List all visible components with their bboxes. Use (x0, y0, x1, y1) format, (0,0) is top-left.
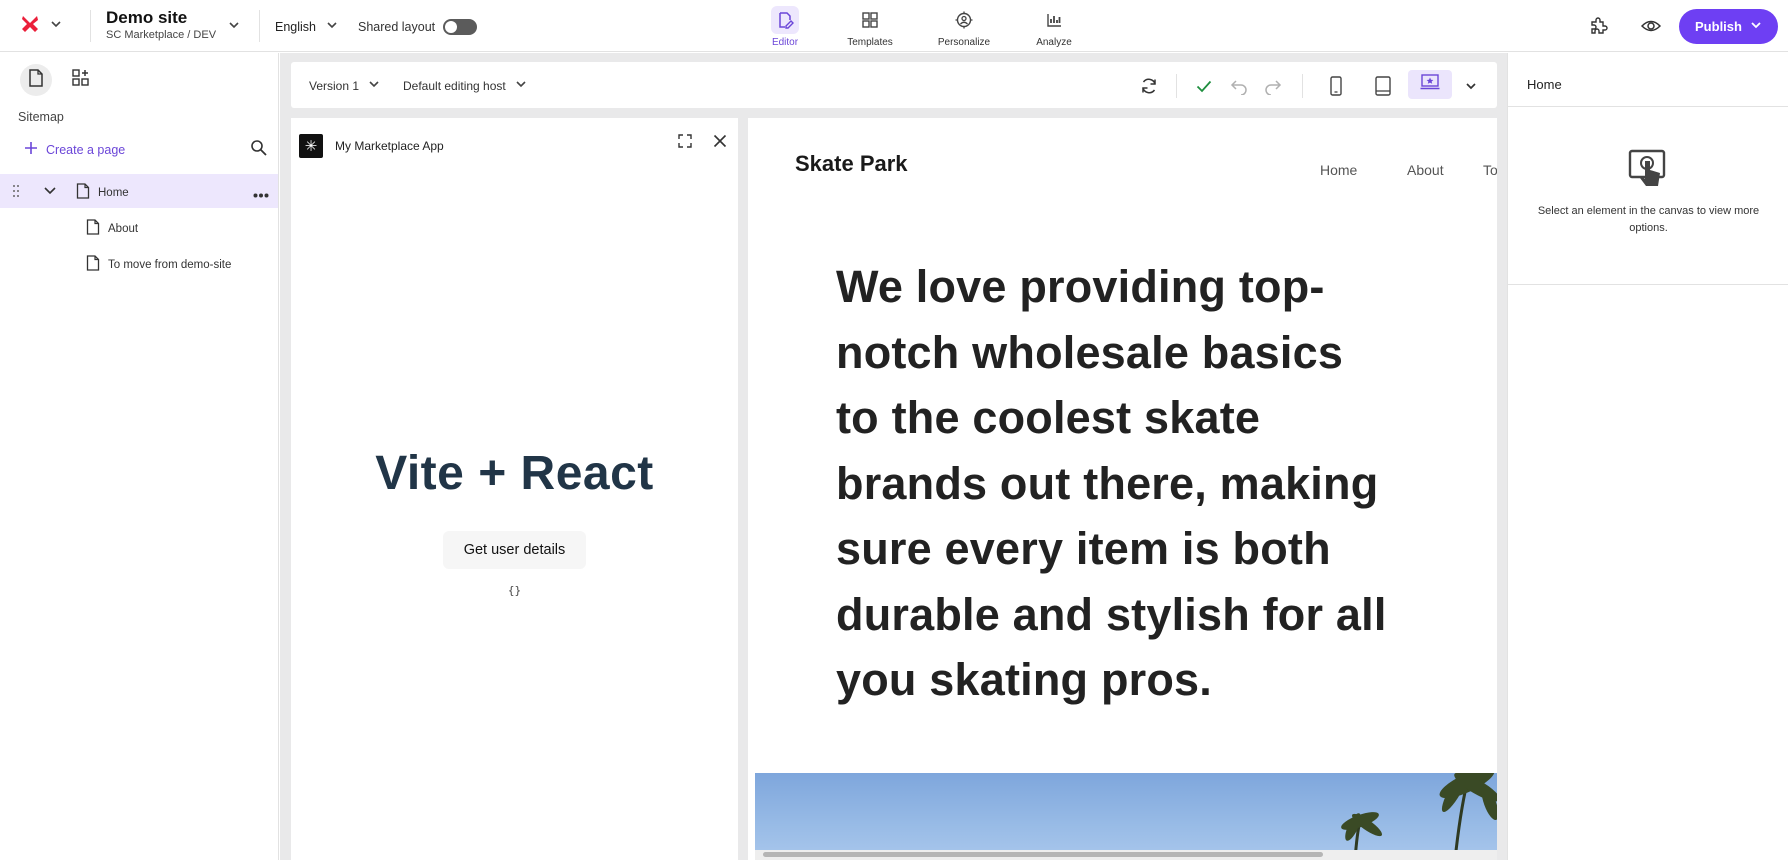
close-icon[interactable] (713, 134, 727, 153)
sidebar: Sitemap Create a page Home About To move… (0, 53, 279, 860)
top-bar: Demo site SC Marketplace / DEV English S… (0, 0, 1788, 52)
divider (90, 10, 91, 42)
redo-icon[interactable] (1261, 74, 1285, 98)
drag-handle-icon[interactable] (12, 184, 20, 201)
saved-check-icon (1192, 74, 1216, 98)
chevron-down-icon (515, 78, 527, 93)
divider (1508, 284, 1788, 285)
version-selector[interactable]: Version 1 (309, 78, 380, 93)
personalize-icon (950, 6, 978, 34)
site-title: Demo site (106, 8, 188, 27)
undo-icon[interactable] (1227, 74, 1251, 98)
app-heading: Vite + React (375, 447, 654, 500)
tree-item-label: Home (98, 186, 129, 199)
templates-icon (856, 6, 884, 34)
page-icon (86, 255, 100, 274)
app-switcher[interactable] (20, 12, 62, 40)
tab-pages[interactable] (20, 64, 52, 96)
preview-hero-image[interactable] (755, 773, 1497, 860)
site-selector[interactable]: Demo site SC Marketplace / DEV (106, 8, 216, 42)
tab-templates[interactable]: Templates (838, 6, 902, 48)
tree-item-home[interactable]: Home (0, 174, 278, 208)
get-user-details-button[interactable]: Get user details (443, 531, 586, 569)
app-panel-header: ✳ My Marketplace App (299, 134, 444, 158)
site-subtitle: SC Marketplace / DEV (106, 29, 217, 41)
preview-nav-about[interactable]: About (1407, 162, 1444, 178)
chevron-down-icon (368, 78, 380, 93)
page-icon (76, 183, 90, 202)
tree-item-about[interactable]: About (0, 210, 278, 244)
tree-item-label: About (108, 222, 139, 235)
palm-trees-image (1341, 773, 1497, 860)
app-panel-title: My Marketplace App (335, 139, 444, 153)
components-add-icon (72, 68, 90, 92)
version-label: Version 1 (309, 78, 360, 93)
preview-hero-text[interactable]: We love providing top-notch wholesale ba… (836, 254, 1396, 713)
tree-item-label: To move from demo-site (108, 258, 232, 271)
properties-header: Home (1508, 53, 1788, 107)
tab-templates-label: Templates (847, 37, 893, 48)
publish-button[interactable]: Publish (1679, 9, 1778, 44)
publish-label: Publish (1695, 19, 1742, 34)
properties-panel: Home Select an element in the canvas to … (1507, 53, 1788, 860)
scrollbar-thumb[interactable] (763, 852, 1323, 857)
preview-brand[interactable]: Skate Park (795, 151, 908, 177)
divider (259, 10, 260, 42)
shared-layout-toggle[interactable] (443, 19, 478, 35)
language-label: English (275, 19, 316, 34)
refresh-icon[interactable] (1137, 74, 1161, 98)
tablet-device-icon[interactable] (1371, 74, 1395, 98)
chevron-down-icon[interactable] (1459, 74, 1483, 98)
shared-layout-label: Shared layout (358, 20, 436, 34)
properties-empty-message: Select an element in the canvas to view … (1537, 205, 1760, 234)
extensions-icon[interactable] (1585, 13, 1611, 39)
expand-icon[interactable] (678, 134, 692, 153)
sitecore-logo-icon (20, 14, 40, 39)
create-page-button[interactable]: Create a page (24, 141, 125, 158)
preview-eye-icon[interactable] (1638, 13, 1664, 39)
analyze-icon (1040, 6, 1068, 34)
app-logo-icon: ✳ (299, 134, 323, 158)
chevron-down-icon[interactable] (43, 185, 57, 200)
tab-personalize-label: Personalize (937, 37, 991, 48)
more-options-icon[interactable] (253, 189, 269, 201)
properties-title: Home (1527, 77, 1562, 92)
chevron-down-icon (1750, 19, 1762, 34)
chevron-down-icon (326, 19, 338, 34)
search-icon[interactable] (250, 139, 267, 161)
marketplace-app-panel: ✳ My Marketplace App Vite + React Get us… (291, 118, 738, 860)
editing-host-label: Default editing host (403, 78, 506, 93)
editor-icon (771, 6, 799, 34)
touch-select-icon (1628, 149, 1668, 194)
chevron-down-icon (50, 17, 62, 35)
tab-editor-label: Editor (771, 37, 799, 48)
tab-analyze-label: Analyze (1036, 37, 1072, 48)
mobile-device-icon[interactable] (1324, 74, 1348, 98)
desktop-star-icon (1420, 74, 1440, 95)
page-icon (28, 68, 44, 92)
tab-editor[interactable]: Editor (753, 6, 817, 48)
page-icon (86, 219, 100, 238)
tab-components[interactable] (65, 64, 97, 96)
create-page-label: Create a page (46, 142, 126, 157)
divider (1176, 74, 1177, 98)
sitemap-heading: Sitemap (18, 110, 64, 124)
canvas-toolbar: Version 1 Default editing host (291, 62, 1497, 108)
chevron-down-icon[interactable] (228, 18, 240, 36)
horizontal-scrollbar[interactable] (755, 850, 1497, 860)
plus-icon (24, 141, 38, 158)
tab-analyze[interactable]: Analyze (1022, 6, 1086, 48)
desktop-device-button[interactable] (1408, 70, 1452, 99)
user-details-output: {} (507, 584, 522, 597)
language-selector[interactable]: English (275, 19, 338, 34)
shared-layout-control: Shared layout (358, 19, 478, 35)
editing-host-selector[interactable]: Default editing host (403, 78, 527, 93)
preview-nav-home[interactable]: Home (1320, 162, 1357, 178)
tree-item-to-move[interactable]: To move from demo-site (0, 246, 278, 280)
preview-nav-to[interactable]: To (1483, 162, 1497, 178)
divider (1302, 74, 1303, 98)
page-preview[interactable]: Skate Park Home About To We love providi… (748, 118, 1497, 860)
tab-personalize[interactable]: Personalize (932, 6, 996, 48)
